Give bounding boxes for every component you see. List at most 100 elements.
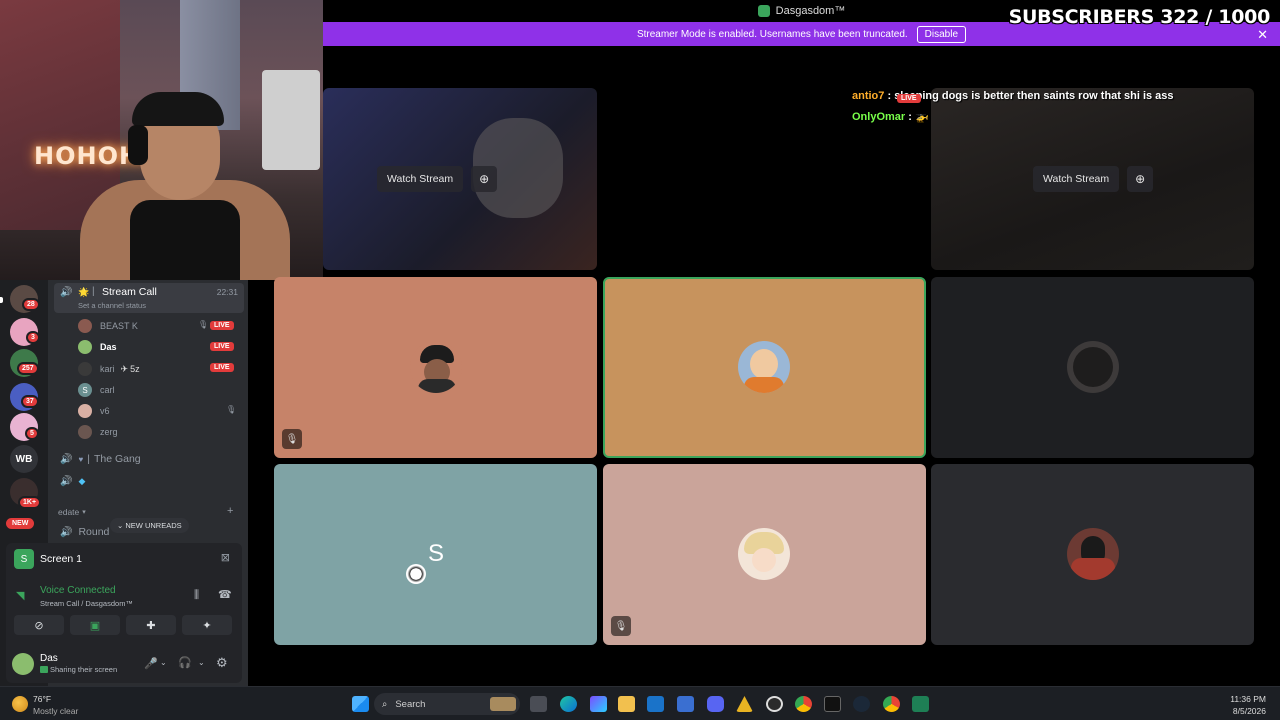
channel-separator: |	[92, 286, 95, 297]
subscriber-goal-overlay: SUBSCRIBERS 322 / 1000	[1008, 6, 1271, 28]
user-name: carl	[100, 385, 115, 395]
voice-user[interactable]: S carl	[78, 383, 115, 397]
participant-avatar	[738, 341, 790, 393]
speaker-icon: 🔊	[60, 287, 73, 298]
soccer-ball-icon	[406, 564, 426, 584]
headphones-icon[interactable]: 🎧	[178, 656, 192, 669]
muted-mic-icon: 🎙	[198, 320, 209, 329]
voice-user[interactable]: kari ✈ 5z	[78, 362, 140, 376]
mention-badge: 37	[21, 395, 39, 408]
outlook-icon[interactable]	[647, 696, 664, 712]
task-view-icon[interactable]	[530, 696, 547, 712]
mention-badge: 3	[26, 331, 40, 344]
chevron-down-icon[interactable]: ⌄	[198, 658, 205, 667]
chat-message: OnlyOmar : 🚁	[852, 111, 929, 123]
speaker-icon: 🔊	[60, 476, 73, 487]
voice-channel-label: Stream Call / Dasgasdom™	[40, 599, 133, 608]
app-icon[interactable]	[912, 696, 929, 712]
participant-tile-5[interactable]: 🎙	[603, 464, 926, 645]
obs-icon[interactable]	[766, 696, 783, 712]
share-screen-button[interactable]: ▣	[70, 615, 120, 635]
settings-gear-icon[interactable]: ⚙	[216, 655, 228, 671]
participant-avatar	[738, 528, 790, 580]
server-label: WB	[15, 453, 33, 465]
watch-stream-button[interactable]: Watch Stream	[377, 166, 464, 192]
taskbar-search-input[interactable]: ⌕ Search	[374, 693, 520, 715]
screen-label: Screen 1	[40, 553, 83, 565]
noise-suppression-icon[interactable]: ⫼	[194, 589, 199, 602]
voice-user[interactable]: zerg	[78, 425, 118, 439]
activities-button[interactable]: ✚	[126, 615, 176, 635]
participant-tile-6[interactable]	[931, 464, 1254, 645]
search-icon: ⌕	[382, 698, 388, 710]
disconnect-icon[interactable]: ☎	[218, 588, 232, 601]
stop-share-icon[interactable]: ⊠	[221, 551, 230, 564]
terminal-icon[interactable]	[824, 696, 841, 712]
steam-icon[interactable]	[853, 696, 870, 712]
category-edate[interactable]: edate ▾	[58, 507, 86, 517]
call-timer: 22:31	[216, 287, 238, 297]
server-icon-wb[interactable]: WB	[10, 445, 38, 473]
voice-channel-round[interactable]: 🔊 Round	[60, 526, 109, 538]
voice-channel-the-gang[interactable]: 🔊 ♥ | The Gang	[60, 453, 141, 465]
voice-user[interactable]: v6	[78, 404, 110, 418]
unread-pip	[0, 297, 3, 303]
speaker-icon: 🔊	[60, 453, 73, 465]
chrome-icon[interactable]	[795, 696, 812, 712]
voice-user[interactable]: BEAST K	[78, 319, 288, 333]
user-name: BEAST K	[100, 321, 138, 331]
discord-app-icon	[757, 5, 770, 17]
close-icon[interactable]: ✕	[1257, 27, 1268, 43]
warning-app-icon[interactable]	[736, 696, 753, 712]
channel-status-placeholder[interactable]: Set a channel status	[78, 301, 146, 310]
avatar	[12, 653, 34, 675]
live-badge: LIVE	[210, 342, 234, 351]
screen-status-icon	[40, 666, 48, 673]
user-name: zerg	[100, 427, 118, 437]
clock-date[interactable]: 8/5/2026	[1233, 706, 1266, 716]
heart-icon: ♥	[78, 454, 84, 464]
participant-tile-3[interactable]	[931, 277, 1254, 458]
banner-message: Streamer Mode is enabled. Usernames have…	[636, 28, 908, 40]
webcam-cap	[132, 92, 224, 126]
new-badge[interactable]: NEW	[6, 518, 35, 529]
windows-start-icon[interactable]	[352, 696, 369, 712]
watch-stream-button[interactable]: Watch Stream	[1033, 166, 1120, 192]
disable-streamer-mode-button[interactable]: Disable	[916, 25, 967, 43]
voice-user[interactable]: Das	[78, 340, 117, 354]
voice-channel-diamond[interactable]: 🔊 ◆	[60, 476, 85, 487]
file-explorer-icon[interactable]	[618, 696, 635, 712]
participant-avatar	[410, 341, 462, 393]
live-badge: LIVE	[210, 321, 234, 330]
clock-time[interactable]: 11:36 PM	[1230, 694, 1266, 704]
new-unreads-pill[interactable]: ⌄ NEW UNREADS	[110, 518, 189, 533]
muted-mic-icon: 🎙	[282, 429, 302, 449]
soundboard-button[interactable]: ✦	[182, 615, 232, 635]
edge-icon[interactable]	[560, 696, 577, 712]
stream-call-channel[interactable]: 🔊 🌟 | Stream Call 22:31 Set a channel st…	[54, 283, 244, 313]
stream-tile-1[interactable]: Watch Stream ⊕	[323, 88, 597, 270]
discord-icon[interactable]	[707, 696, 724, 712]
participant-tile-2[interactable]	[603, 277, 926, 458]
user-info-row[interactable]: Das Sharing their screen 🎤 ⌄ 🎧 ⌄ ⚙	[12, 650, 240, 680]
store-icon[interactable]	[677, 696, 694, 712]
copilot-icon[interactable]	[590, 696, 607, 712]
participant-tile-4[interactable]: S	[274, 464, 597, 645]
weather-desc[interactable]: Mostly clear	[33, 706, 78, 716]
user-avatar	[78, 362, 92, 376]
user-name: Das	[40, 653, 58, 664]
participant-tile-1[interactable]: 🎙	[274, 277, 597, 458]
camera-off-button[interactable]: ⊘	[14, 615, 64, 635]
weather-temp[interactable]: 76°F	[33, 694, 51, 704]
microphone-icon[interactable]: 🎤	[144, 657, 158, 670]
search-placeholder: Search	[395, 698, 426, 710]
user-avatar: S	[78, 383, 92, 397]
muted-mic-icon: 🎙	[611, 616, 631, 636]
zoom-icon[interactable]: ⊕	[471, 166, 498, 192]
zoom-icon[interactable]: ⊕	[1127, 166, 1154, 192]
add-channel-icon[interactable]: +	[227, 505, 233, 517]
chrome-icon[interactable]	[883, 696, 900, 712]
voice-connection-status[interactable]: ◥ Voice Connected Stream Call / Dasgasdo…	[14, 583, 236, 611]
screen-share-row[interactable]: S Screen 1 ⊠	[14, 548, 236, 570]
chevron-down-icon[interactable]: ⌄	[160, 658, 167, 667]
